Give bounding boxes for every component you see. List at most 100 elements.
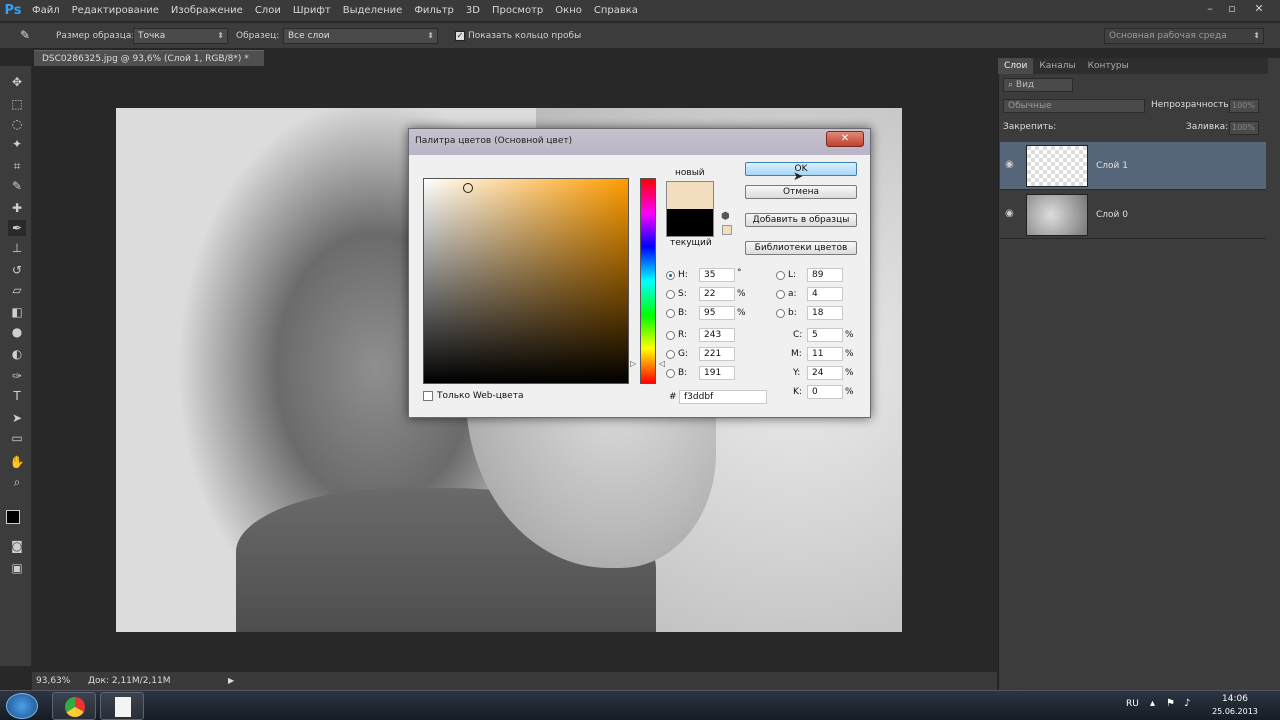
layer-row[interactable]: ◉ Слой 0 (1000, 191, 1266, 239)
screen-mode-icon[interactable]: ▣ (8, 560, 26, 576)
move-tool-icon[interactable]: ✥ (8, 74, 26, 90)
hue-slider-arrow-icon[interactable]: ▷ (630, 359, 636, 368)
healing-brush-icon[interactable]: ✚ (8, 200, 26, 216)
marquee-tool-icon[interactable]: ⬚ (8, 96, 26, 112)
blue-input[interactable]: 191 (699, 366, 735, 380)
r-input[interactable]: 243 (699, 328, 735, 342)
tray-arrow-icon[interactable]: ▴ (1150, 698, 1155, 709)
language-indicator[interactable]: RU (1126, 699, 1139, 709)
a-input[interactable]: 4 (807, 287, 843, 301)
eyedropper-tool-icon[interactable]: ✎ (8, 178, 26, 194)
radio-b[interactable] (666, 309, 675, 318)
m-input[interactable]: 11 (807, 347, 843, 361)
shape-tool-icon[interactable]: ▭ (8, 430, 26, 446)
clock-date[interactable]: 25.06.2013 (1210, 707, 1260, 716)
color-marker[interactable] (463, 183, 473, 193)
tab-channels[interactable]: Каналы (1033, 58, 1081, 74)
b-input[interactable]: 95 (699, 306, 735, 320)
radio-a[interactable] (776, 290, 785, 299)
blend-mode-select[interactable]: Обычные (1003, 99, 1145, 113)
quick-select-icon[interactable]: ✦ (8, 136, 26, 152)
menu-3d[interactable]: 3D (460, 0, 486, 22)
s-input[interactable]: 22 (699, 287, 735, 301)
pen-tool-icon[interactable]: ✑ (8, 368, 26, 384)
current-color-swatch[interactable] (666, 209, 714, 237)
k-input[interactable]: 0 (807, 385, 843, 399)
h-input[interactable]: 35 (699, 268, 735, 282)
hue-slider-arrow-icon[interactable]: ◁ (659, 359, 665, 368)
radio-g[interactable] (666, 350, 675, 359)
zoom-level[interactable]: 93,63% (36, 672, 70, 690)
menu-window[interactable]: Окно (549, 0, 588, 22)
radio-lab-b[interactable] (776, 309, 785, 318)
close-window-icon[interactable]: ✕ (1244, 0, 1274, 18)
foreground-color-swatch[interactable] (6, 510, 20, 524)
visibility-eye-icon[interactable]: ◉ (1005, 208, 1017, 220)
eraser-tool-icon[interactable]: ▱ (8, 282, 26, 298)
tab-layers[interactable]: Слои (998, 58, 1034, 74)
menu-type[interactable]: Шрифт (287, 0, 337, 22)
layer-row[interactable]: ◉ Слой 1 (1000, 142, 1266, 190)
type-tool-icon[interactable]: T (8, 388, 26, 404)
saturation-brightness-field[interactable] (423, 178, 629, 384)
status-menu-arrow-icon[interactable]: ▶ (228, 672, 234, 690)
menu-select[interactable]: Выделение (337, 0, 409, 22)
menu-help[interactable]: Справка (588, 0, 644, 22)
lasso-tool-icon[interactable]: ◌ (8, 116, 26, 132)
quick-mask-icon[interactable]: ◙ (8, 538, 26, 554)
minimize-icon[interactable]: – (1200, 0, 1220, 18)
fill-input[interactable]: 100% (1229, 121, 1259, 135)
stamp-tool-icon[interactable]: ⊥ (8, 240, 26, 256)
hue-slider[interactable] (640, 178, 656, 384)
chrome-taskbar-button[interactable] (52, 692, 96, 720)
menu-file[interactable]: Файл (26, 0, 66, 22)
blur-tool-icon[interactable]: ● (8, 324, 26, 340)
workspace-select[interactable]: Основная рабочая среда ⬍ (1104, 28, 1264, 44)
web-colors-checkbox[interactable] (423, 391, 433, 401)
hand-tool-icon[interactable]: ✋ (8, 454, 26, 470)
volume-icon[interactable]: ♪ (1184, 698, 1190, 709)
radio-r[interactable] (666, 331, 675, 340)
path-select-icon[interactable]: ➤ (8, 410, 26, 426)
clock-time[interactable]: 14:06 (1215, 694, 1255, 704)
menu-view[interactable]: Просмотр (486, 0, 549, 22)
history-brush-icon[interactable]: ↺ (8, 262, 26, 278)
l-input[interactable]: 89 (807, 268, 843, 282)
gradient-tool-icon[interactable]: ◧ (8, 304, 26, 320)
sample-size-select[interactable]: Точка ⬍ (133, 28, 228, 44)
menu-image[interactable]: Изображение (165, 0, 249, 22)
g-input[interactable]: 221 (699, 347, 735, 361)
layer-filter-select[interactable]: ⌕ Вид (1003, 78, 1073, 92)
hex-input[interactable]: f3ddbf (679, 390, 767, 404)
y-input[interactable]: 24 (807, 366, 843, 380)
menu-edit[interactable]: Редактирование (66, 0, 165, 22)
tab-paths[interactable]: Контуры (1082, 58, 1135, 74)
document-tab[interactable]: DSC0286325.jpg @ 93,6% (Слой 1, RGB/8*) … (34, 50, 264, 66)
radio-l[interactable] (776, 271, 785, 280)
maximize-icon[interactable]: ▫ (1222, 0, 1242, 18)
start-button[interactable] (6, 693, 38, 719)
crop-tool-icon[interactable]: ⌗ (8, 158, 26, 174)
sample-select[interactable]: Все слои ⬍ (283, 28, 438, 44)
gamut-cube-icon[interactable]: ⬢ (721, 211, 730, 222)
add-to-swatches-button[interactable]: Добавить в образцы (745, 213, 857, 227)
radio-s[interactable] (666, 290, 675, 299)
menu-layers[interactable]: Слои (249, 0, 287, 22)
web-safe-swatch[interactable] (722, 225, 732, 235)
c-input[interactable]: 5 (807, 328, 843, 342)
eyedropper-icon[interactable]: ✎ (20, 28, 36, 44)
zoom-tool-icon[interactable]: ⌕ (8, 474, 26, 490)
opacity-input[interactable]: 100% (1229, 99, 1259, 113)
visibility-eye-icon[interactable]: ◉ (1005, 159, 1017, 171)
menu-filter[interactable]: Фильтр (408, 0, 460, 22)
radio-h[interactable] (666, 271, 675, 280)
cancel-button[interactable]: Отмена (745, 185, 857, 199)
show-ring-checkbox[interactable]: ✓ (455, 31, 465, 41)
radio-blue[interactable] (666, 369, 675, 378)
close-icon[interactable]: ✕ (826, 131, 864, 147)
dodge-tool-icon[interactable]: ◐ (8, 346, 26, 362)
color-libraries-button[interactable]: Библиотеки цветов (745, 241, 857, 255)
file-taskbar-button[interactable] (100, 692, 144, 720)
brush-tool-icon[interactable]: ✒ (8, 220, 26, 236)
lab-b-input[interactable]: 18 (807, 306, 843, 320)
